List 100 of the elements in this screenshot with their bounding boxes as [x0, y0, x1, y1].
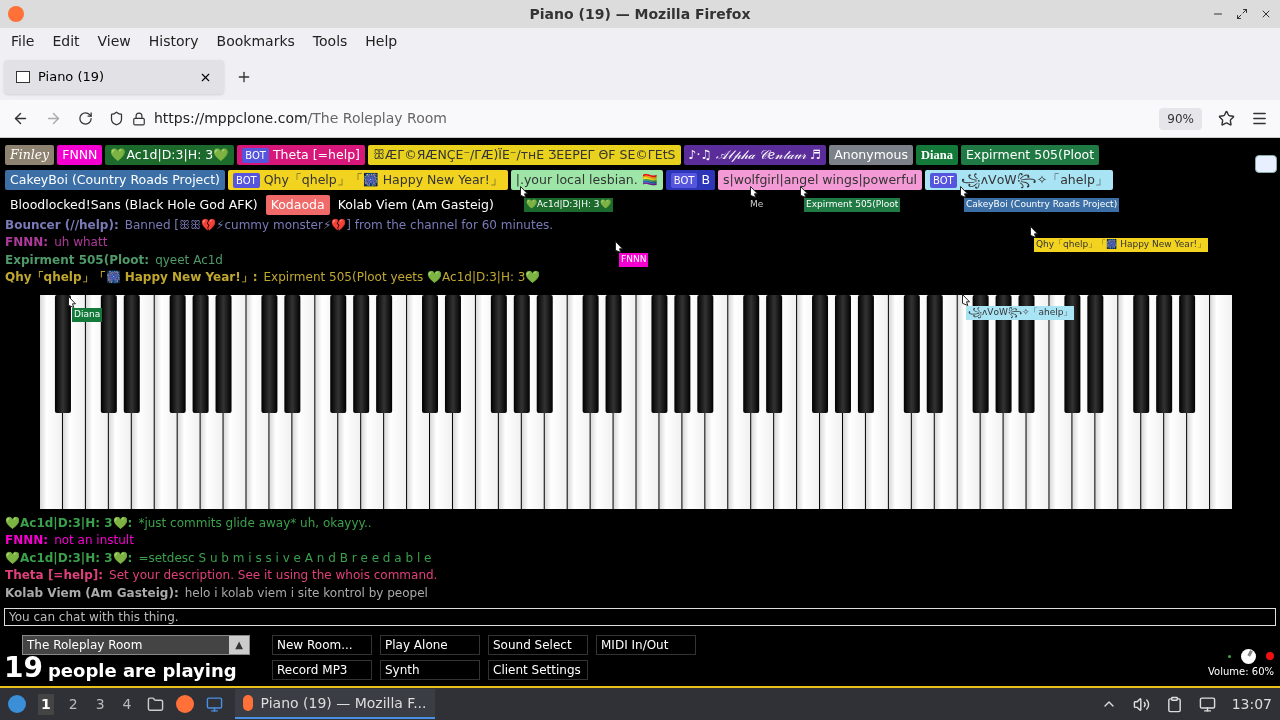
- chat-author: Expirment 505(Ploot:: [5, 251, 150, 269]
- address-field[interactable]: https://mppclone.com/The Roleplay Room: [154, 108, 1144, 129]
- chat-author: Bouncer (//help):: [5, 216, 119, 234]
- chat-message: Banned [ꕥꕥ💔⚡cummy monster⚡💔] from the channel for 60 minutes.: [124, 216, 554, 234]
- chat-message: =setdesc S u b m i s s i v e A n d B r e e d a b l e: [138, 549, 432, 567]
- chat-message: qyeet Ac1d: [155, 251, 223, 269]
- user-name: Finley: [10, 145, 50, 164]
- player-count: 19: [4, 652, 43, 683]
- piano-keyboard[interactable]: [40, 295, 1233, 509]
- cursor-label: ꧁ᴧVᴏW꧂✧「ahelp」: [966, 306, 1075, 320]
- folder-icon[interactable]: [146, 695, 164, 713]
- chat-author: Qhy「qhelp」「🎆 Happy New Year!」:: [5, 269, 258, 287]
- zoom-level[interactable]: 90%: [1159, 107, 1202, 130]
- user-tag[interactable]: BOT ꧁ᴧVᴏW꧂✧「ahelp」: [925, 170, 1113, 190]
- chat-message: *just commits glide away* uh, okayyy..: [138, 514, 372, 532]
- new-tab-icon[interactable]: [236, 69, 252, 85]
- menu-item[interactable]: Help: [356, 30, 407, 52]
- chat-author: Theta [=help]:: [5, 567, 104, 585]
- clipboard-icon[interactable]: [1165, 695, 1183, 713]
- chat-message: helo i kolab viem i site kontrol by peopel: [184, 584, 428, 602]
- control-button[interactable]: MIDI In/Out: [596, 634, 696, 655]
- cursor-label: Me: [750, 198, 764, 211]
- shield-icon[interactable]: [109, 111, 124, 126]
- user-tag[interactable]: Diana: [915, 145, 958, 165]
- cursor-label: 💚Ac1d|D:3|H: 3💚: [524, 198, 613, 212]
- chat-input[interactable]: You can chat with this thing.: [4, 607, 1276, 626]
- cursor-icon: [962, 294, 970, 306]
- volume-label: Volume: 60%: [1208, 664, 1274, 679]
- browser-icon[interactable]: [175, 695, 194, 713]
- chat-author: Kolab Viem (Am Gasteig):: [5, 584, 179, 602]
- close-icon[interactable]: [1260, 8, 1272, 20]
- user-tag[interactable]: BOT Qhy「qhelp」「🎆 Happy New Year!」: [227, 170, 508, 190]
- bot-badge: BOT: [232, 172, 260, 188]
- workspace-button[interactable]: 3: [92, 693, 108, 715]
- cursor-icon: [615, 241, 623, 253]
- cursor-label: Qhy「qhelp」「🎆 Happy New Year!」: [1034, 238, 1209, 252]
- user-name: B: [701, 170, 710, 189]
- cursor-icon: [800, 186, 808, 198]
- bookmark-star-icon[interactable]: [1218, 110, 1235, 127]
- chat-message: Set your description. See it using the whois command.: [109, 567, 438, 585]
- chat-message: Expirment 505(Ploot yeets 💚Ac1d|D:3|H: 3💚: [263, 269, 541, 287]
- user-tag[interactable]: Anonymous: [829, 145, 913, 165]
- control-button[interactable]: New Room...: [272, 634, 372, 655]
- cursor-icon: [750, 186, 758, 198]
- control-button[interactable]: Sound Select: [488, 634, 588, 655]
- control-button[interactable]: Play Alone: [380, 634, 480, 655]
- bot-badge: BOT: [930, 172, 957, 188]
- menu-item[interactable]: Tools: [303, 30, 357, 52]
- room-selector[interactable]: The Roleplay Room ▲: [22, 634, 250, 655]
- taskbar-task[interactable]: Piano (19) — Mozilla F...: [234, 689, 435, 719]
- cursor-icon: [1030, 226, 1038, 238]
- volume-icon[interactable]: [1132, 695, 1150, 713]
- menu-item[interactable]: Edit: [43, 30, 89, 52]
- lock-icon: [132, 111, 146, 126]
- chat-author: FNNN:: [5, 234, 49, 252]
- user-name: Kodaoda: [270, 195, 325, 214]
- clock: 13:07: [1231, 694, 1272, 714]
- control-button[interactable]: Record MP3: [272, 659, 372, 680]
- back-icon[interactable]: [12, 110, 29, 127]
- tab-title: Piano (19): [38, 68, 105, 87]
- user-name: Anonymous: [834, 145, 908, 164]
- start-menu-icon[interactable]: [8, 695, 26, 713]
- menu-item[interactable]: File: [2, 30, 44, 52]
- reload-icon[interactable]: [78, 111, 93, 126]
- user-name: ꧁ᴧVᴏW꧂✧「ahelp」: [960, 170, 1108, 190]
- player-count-label: people are playing: [47, 658, 237, 683]
- maximize-icon[interactable]: [1236, 8, 1248, 20]
- cursor-label: Expirment 505(Ploot: [804, 198, 901, 212]
- user-tag[interactable]: Finley: [5, 145, 55, 165]
- chat-author: 💚Ac1d|D:3|H: 3💚:: [5, 514, 133, 532]
- user-tag[interactable]: BOT Theta [=help]: [237, 145, 365, 165]
- volume-knob[interactable]: [1241, 648, 1256, 664]
- menu-item[interactable]: History: [139, 30, 208, 52]
- browser-tab[interactable]: Piano (19): [4, 60, 224, 94]
- cursor-label: Diana: [72, 308, 103, 322]
- user-name: Theta [=help]: [272, 145, 360, 164]
- workspace-button[interactable]: 4: [119, 693, 135, 715]
- cursor-icon: [68, 296, 76, 308]
- control-button[interactable]: Synth: [380, 659, 480, 680]
- control-button[interactable]: Client Settings: [488, 659, 588, 680]
- user-tag[interactable]: BOT B: [665, 170, 715, 190]
- user-name: FNNN: [62, 145, 98, 164]
- window-title: Piano (19) — Mozilla Firefox: [529, 4, 751, 24]
- cursor-label: CakeyBoi (Country Roads Project): [964, 198, 1120, 212]
- cursor-icon: [520, 186, 528, 198]
- menu-item[interactable]: View: [88, 30, 140, 52]
- chat-message: not an instult: [54, 532, 134, 550]
- chat-message: uh whatt: [54, 234, 108, 252]
- bot-badge: BOT: [670, 172, 698, 188]
- browser-icon: [242, 695, 253, 711]
- workspace-button[interactable]: 2: [65, 693, 81, 715]
- menu-icon[interactable]: [1251, 110, 1268, 127]
- desktop-icon[interactable]: [205, 695, 223, 713]
- menu-item[interactable]: Bookmarks: [207, 30, 304, 52]
- chat-author: FNNN:: [5, 532, 49, 550]
- network-icon[interactable]: [1198, 695, 1216, 713]
- user-name: Qhy「qhelp」「🎆 Happy New Year!」: [263, 170, 503, 189]
- bot-badge: BOT: [242, 147, 269, 163]
- user-tag[interactable]: FNNN: [57, 145, 103, 165]
- workspace-button[interactable]: 1: [38, 693, 54, 715]
